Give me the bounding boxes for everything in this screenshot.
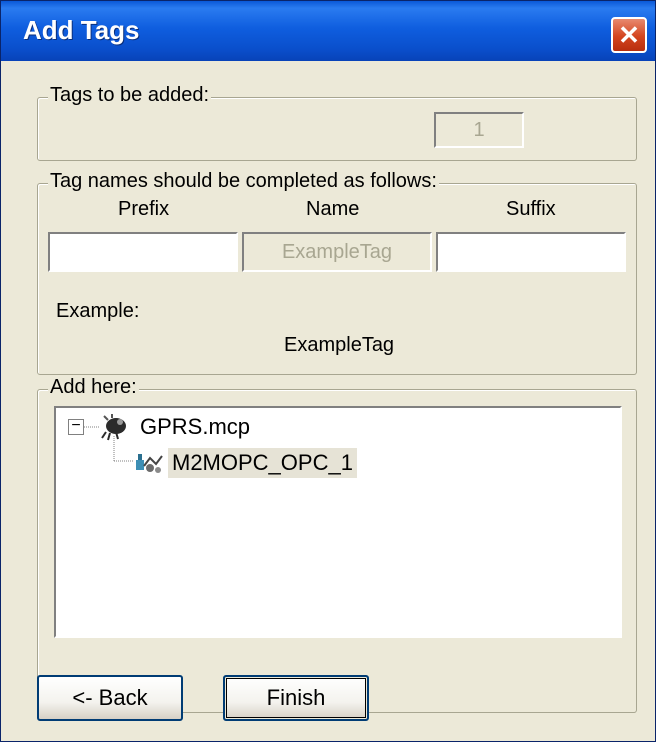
name-label: Name	[306, 198, 360, 220]
back-button[interactable]: <- Back	[37, 675, 183, 721]
name-value: ExampleTag	[281, 241, 393, 263]
window-title: Add Tags	[23, 15, 140, 45]
suffix-input[interactable]	[436, 232, 626, 272]
add-here-group: Add here: − GPRS.mcp M2MOPC_OPC_1	[37, 376, 637, 713]
tree-node-opc-label: M2MOPC_OPC_1	[168, 448, 357, 478]
tag-count-field: 1	[434, 112, 524, 148]
example-label: Example:	[56, 300, 140, 322]
add-here-legend: Add here:	[48, 376, 139, 399]
tags-to-be-added-legend: Tags to be added:	[48, 84, 212, 107]
prefix-label: Prefix	[118, 198, 170, 220]
add-tags-dialog: Add Tags ✕ Tags to be added: 1 Tag names…	[0, 0, 656, 742]
project-icon	[101, 414, 126, 441]
location-tree[interactable]: − GPRS.mcp M2MOPC_OPC_1	[54, 406, 622, 638]
finish-button[interactable]: Finish	[223, 675, 369, 721]
close-icon: ✕	[618, 20, 640, 50]
prefix-input[interactable]	[48, 232, 238, 272]
title-bar[interactable]: Add Tags ✕	[1, 1, 655, 61]
example-value: ExampleTag	[284, 334, 395, 356]
name-field: ExampleTag	[242, 232, 432, 272]
dialog-body: Tags to be added: 1 Tag names should be …	[11, 61, 641, 736]
tag-count-value: 1	[473, 119, 485, 141]
back-button-label: <- Back	[72, 685, 148, 710]
opc-server-icon	[136, 454, 163, 473]
suffix-label: Suffix	[506, 198, 556, 220]
tag-names-group: Tag names should be completed as follows…	[37, 170, 637, 375]
tree-expander[interactable]: −	[68, 417, 84, 435]
collapse-icon: −	[71, 417, 81, 434]
finish-button-label: Finish	[266, 685, 326, 710]
close-button[interactable]: ✕	[611, 17, 647, 53]
tag-names-legend: Tag names should be completed as follows…	[48, 170, 439, 193]
tags-to-be-added-group: Tags to be added: 1	[37, 84, 637, 161]
tree-node-root-label: GPRS.mcp	[140, 414, 251, 439]
